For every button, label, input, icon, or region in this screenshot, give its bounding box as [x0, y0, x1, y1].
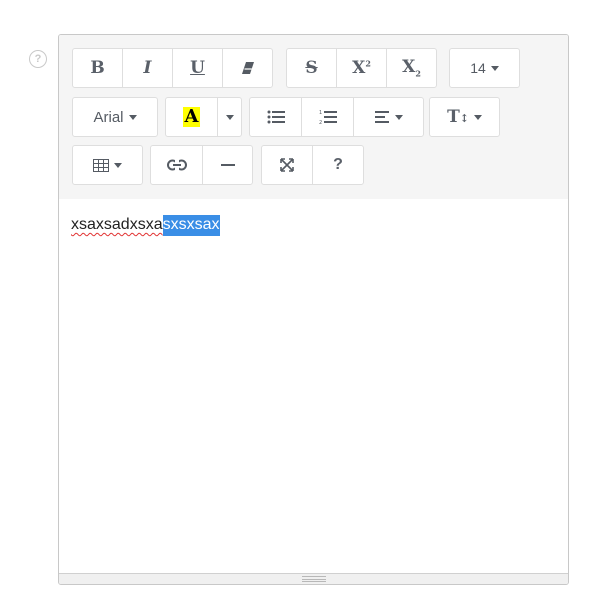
align-left-icon — [374, 111, 390, 123]
table-icon — [93, 158, 109, 172]
help-button[interactable]: ? — [312, 145, 364, 185]
ordered-list-icon: 12 — [319, 109, 337, 125]
eraser-icon — [241, 61, 255, 75]
font-color-icon: A — [182, 106, 201, 127]
superscript-icon: X2 — [352, 58, 371, 78]
chevron-down-icon — [114, 162, 122, 168]
font-size-group: 14 — [449, 48, 520, 88]
chevron-down-icon — [128, 114, 137, 120]
editor-content-area[interactable]: xsaxsadxsxasxsxsax — [59, 199, 568, 574]
resize-handle-icon[interactable] — [301, 576, 326, 582]
svg-text:2: 2 — [319, 120, 322, 125]
font-family-group: Arial — [72, 97, 158, 137]
text-color-dropdown[interactable] — [217, 97, 242, 137]
color-group: A — [165, 97, 242, 137]
bold-icon: B — [90, 58, 105, 78]
font-size-value: 14 — [470, 60, 486, 76]
underline-button[interactable]: U — [172, 48, 223, 88]
fullscreen-button[interactable] — [261, 145, 313, 185]
line-height-group: T↕ — [429, 97, 500, 137]
strikethrough-icon: S — [305, 58, 318, 78]
font-family-dropdown[interactable]: Arial — [72, 97, 158, 137]
font-size-dropdown[interactable]: 14 — [449, 48, 520, 88]
bold-button[interactable]: B — [72, 48, 123, 88]
script-group: S X2 X2 — [286, 48, 437, 88]
svg-text:1: 1 — [319, 110, 322, 116]
line-height-icon: T↕ — [447, 107, 469, 127]
chevron-down-icon — [473, 114, 482, 120]
clear-format-button[interactable] — [222, 48, 273, 88]
view-group: ? — [261, 145, 364, 185]
line-height-dropdown[interactable]: T↕ — [429, 97, 500, 137]
subscript-icon: X2 — [402, 57, 421, 79]
italic-button[interactable]: I — [122, 48, 173, 88]
subscript-button[interactable]: X2 — [386, 48, 437, 88]
content-paragraph[interactable]: xsaxsadxsxasxsxsax — [71, 215, 220, 236]
chevron-down-icon — [490, 65, 499, 71]
text-color-button[interactable]: A — [165, 97, 218, 137]
editor-toolbar: B I U S X2 X2 14 Arial A 1 2 T↕ ? — [59, 35, 568, 199]
font-family-value: Arial — [93, 108, 124, 126]
chevron-down-icon — [394, 114, 403, 120]
chevron-down-icon — [225, 114, 234, 120]
ordered-list-button[interactable]: 12 — [301, 97, 354, 137]
link-icon — [166, 159, 187, 171]
italic-icon: I — [143, 58, 152, 78]
underline-icon: U — [190, 58, 205, 78]
table-dropdown[interactable] — [72, 145, 143, 185]
unordered-list-icon — [267, 110, 285, 124]
align-dropdown[interactable] — [353, 97, 424, 137]
unordered-list-button[interactable] — [249, 97, 302, 137]
rich-text-editor: B I U S X2 X2 14 Arial A 1 2 T↕ ? xsaxsa… — [58, 34, 569, 585]
paragraph-group: 12 — [249, 97, 424, 137]
help-icon[interactable]: ? — [29, 50, 47, 68]
table-group — [72, 145, 143, 185]
strikethrough-button[interactable]: S — [286, 48, 337, 88]
resize-bar[interactable] — [59, 573, 568, 584]
question-icon: ? — [333, 156, 343, 173]
horizontal-rule-button[interactable] — [202, 145, 253, 185]
insert-group — [150, 145, 253, 185]
superscript-button[interactable]: X2 — [336, 48, 387, 88]
horizontal-rule-icon — [220, 163, 235, 167]
misspelled-text[interactable]: xsaxsadxsxa — [71, 216, 163, 233]
text-style-group: B I U — [72, 48, 273, 88]
link-button[interactable] — [150, 145, 203, 185]
selected-text[interactable]: sxsxsax — [162, 215, 220, 236]
fullscreen-icon — [280, 158, 294, 172]
